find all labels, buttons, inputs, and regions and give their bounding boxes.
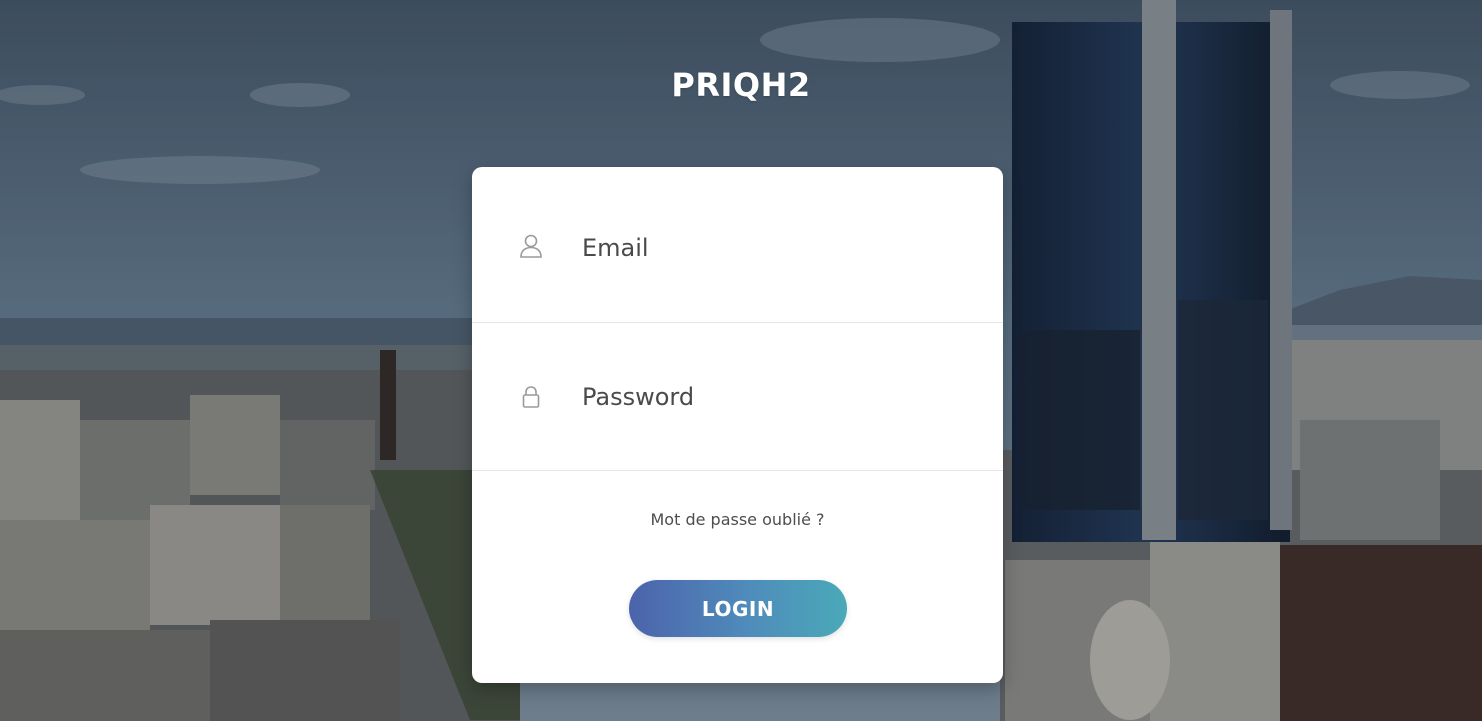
password-input[interactable]	[580, 376, 974, 418]
email-input[interactable]	[580, 227, 974, 269]
password-field-row	[472, 322, 1003, 471]
login-button[interactable]: LOGIN	[629, 580, 847, 637]
lock-icon	[516, 382, 546, 412]
email-field-row	[472, 167, 1003, 323]
login-card: Mot de passe oublié ? LOGIN	[472, 167, 1003, 683]
app-brand-title: PRIQH2	[671, 66, 811, 104]
forgot-password-link[interactable]: Mot de passe oublié ?	[472, 510, 1003, 529]
user-icon	[516, 231, 546, 261]
login-page: PRIQH2 Mot de passe oublié ? LOGIN	[0, 0, 1482, 721]
